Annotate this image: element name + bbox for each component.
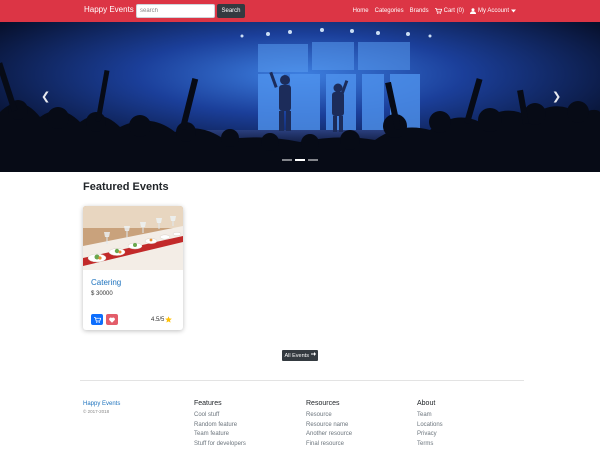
footer-column-title: About [417, 400, 436, 407]
footer-column-features: Features Cool stuff Random feature Team … [194, 400, 246, 449]
carousel-next-icon[interactable]: ❯ [552, 90, 561, 103]
concert-image [0, 22, 600, 172]
nav-cart-label: Cart (0) [443, 8, 464, 14]
carousel-indicator-2[interactable] [295, 159, 305, 161]
carousel-indicator-1[interactable] [282, 159, 292, 161]
user-icon [469, 8, 476, 14]
caret-down-icon [511, 9, 516, 13]
footer-link[interactable]: Locations [417, 421, 443, 431]
cart-icon [93, 316, 101, 323]
footer-divider [80, 380, 524, 381]
event-card-rating: 4.5/5 [151, 316, 173, 323]
nav-categories-label: Categories [374, 8, 404, 14]
all-events-button[interactable]: All Events [282, 350, 318, 361]
footer-link[interactable]: Final resource [306, 440, 352, 450]
nav-home[interactable]: Home [353, 8, 369, 14]
footer-link[interactable]: Random feature [194, 421, 246, 431]
footer-link[interactable]: Privacy [417, 430, 443, 440]
featured-events-heading: Featured Events [83, 181, 169, 193]
heart-icon [109, 317, 115, 323]
navbar: Happy Events Search Home Categories Bran… [0, 0, 600, 22]
add-to-favorites-button[interactable] [106, 314, 118, 325]
catering-image [83, 206, 183, 270]
nav-categories[interactable]: Categories [375, 8, 404, 14]
nav-account-dropdown[interactable]: My Account [469, 8, 516, 14]
footer-link[interactable]: Resource name [306, 421, 352, 431]
footer-link[interactable]: Cool stuff [194, 411, 246, 421]
hero-carousel[interactable]: ❮ ❯ [0, 22, 600, 172]
carousel-indicator-3[interactable] [308, 159, 318, 161]
footer-link[interactable]: Team feature [194, 430, 246, 440]
carousel-prev-icon[interactable]: ❮ [41, 90, 50, 103]
search-input[interactable] [136, 4, 215, 18]
nav-cart[interactable]: Cart (0) [434, 8, 464, 14]
carousel-indicators [282, 159, 318, 161]
footer-column-about: About Team Locations Privacy Terms [417, 400, 443, 449]
nav-links: Home Categories Brands Cart (0) My Accou… [353, 0, 516, 22]
search-button[interactable]: Search [217, 4, 245, 18]
footer-copyright: © 2017-2018 [83, 409, 110, 414]
nav-home-label: Home [352, 8, 369, 14]
footer-link[interactable]: Stuff for developers [194, 440, 246, 450]
brand-link[interactable]: Happy Events [84, 5, 134, 14]
footer-column-resources: Resources Resource Resource name Another… [306, 400, 352, 449]
arrow-right-icon [310, 350, 316, 361]
footer-column-title: Features [194, 400, 222, 407]
footer-column-title: Resources [306, 400, 340, 407]
all-events-label: All Events [284, 352, 309, 359]
footer-brand[interactable]: Happy Events [83, 401, 120, 407]
nav-brands[interactable]: Brands [410, 8, 429, 14]
nav-brands-label: Brands [409, 8, 429, 14]
nav-account-label: My Account [477, 8, 509, 14]
event-card-price: $ 30000 [91, 291, 113, 297]
footer-link[interactable]: Resource [306, 411, 352, 421]
footer-link[interactable]: Another resource [306, 430, 352, 440]
event-card: Catering $ 30000 4.5/5 [83, 206, 183, 330]
footer-link[interactable]: Team [417, 411, 443, 421]
rating-value: 4.5/5 [151, 316, 165, 323]
add-to-cart-button[interactable] [91, 314, 103, 325]
cart-icon [434, 8, 442, 14]
star-icon [165, 316, 173, 323]
event-card-title[interactable]: Catering [91, 278, 121, 287]
footer-link[interactable]: Terms [417, 440, 443, 450]
